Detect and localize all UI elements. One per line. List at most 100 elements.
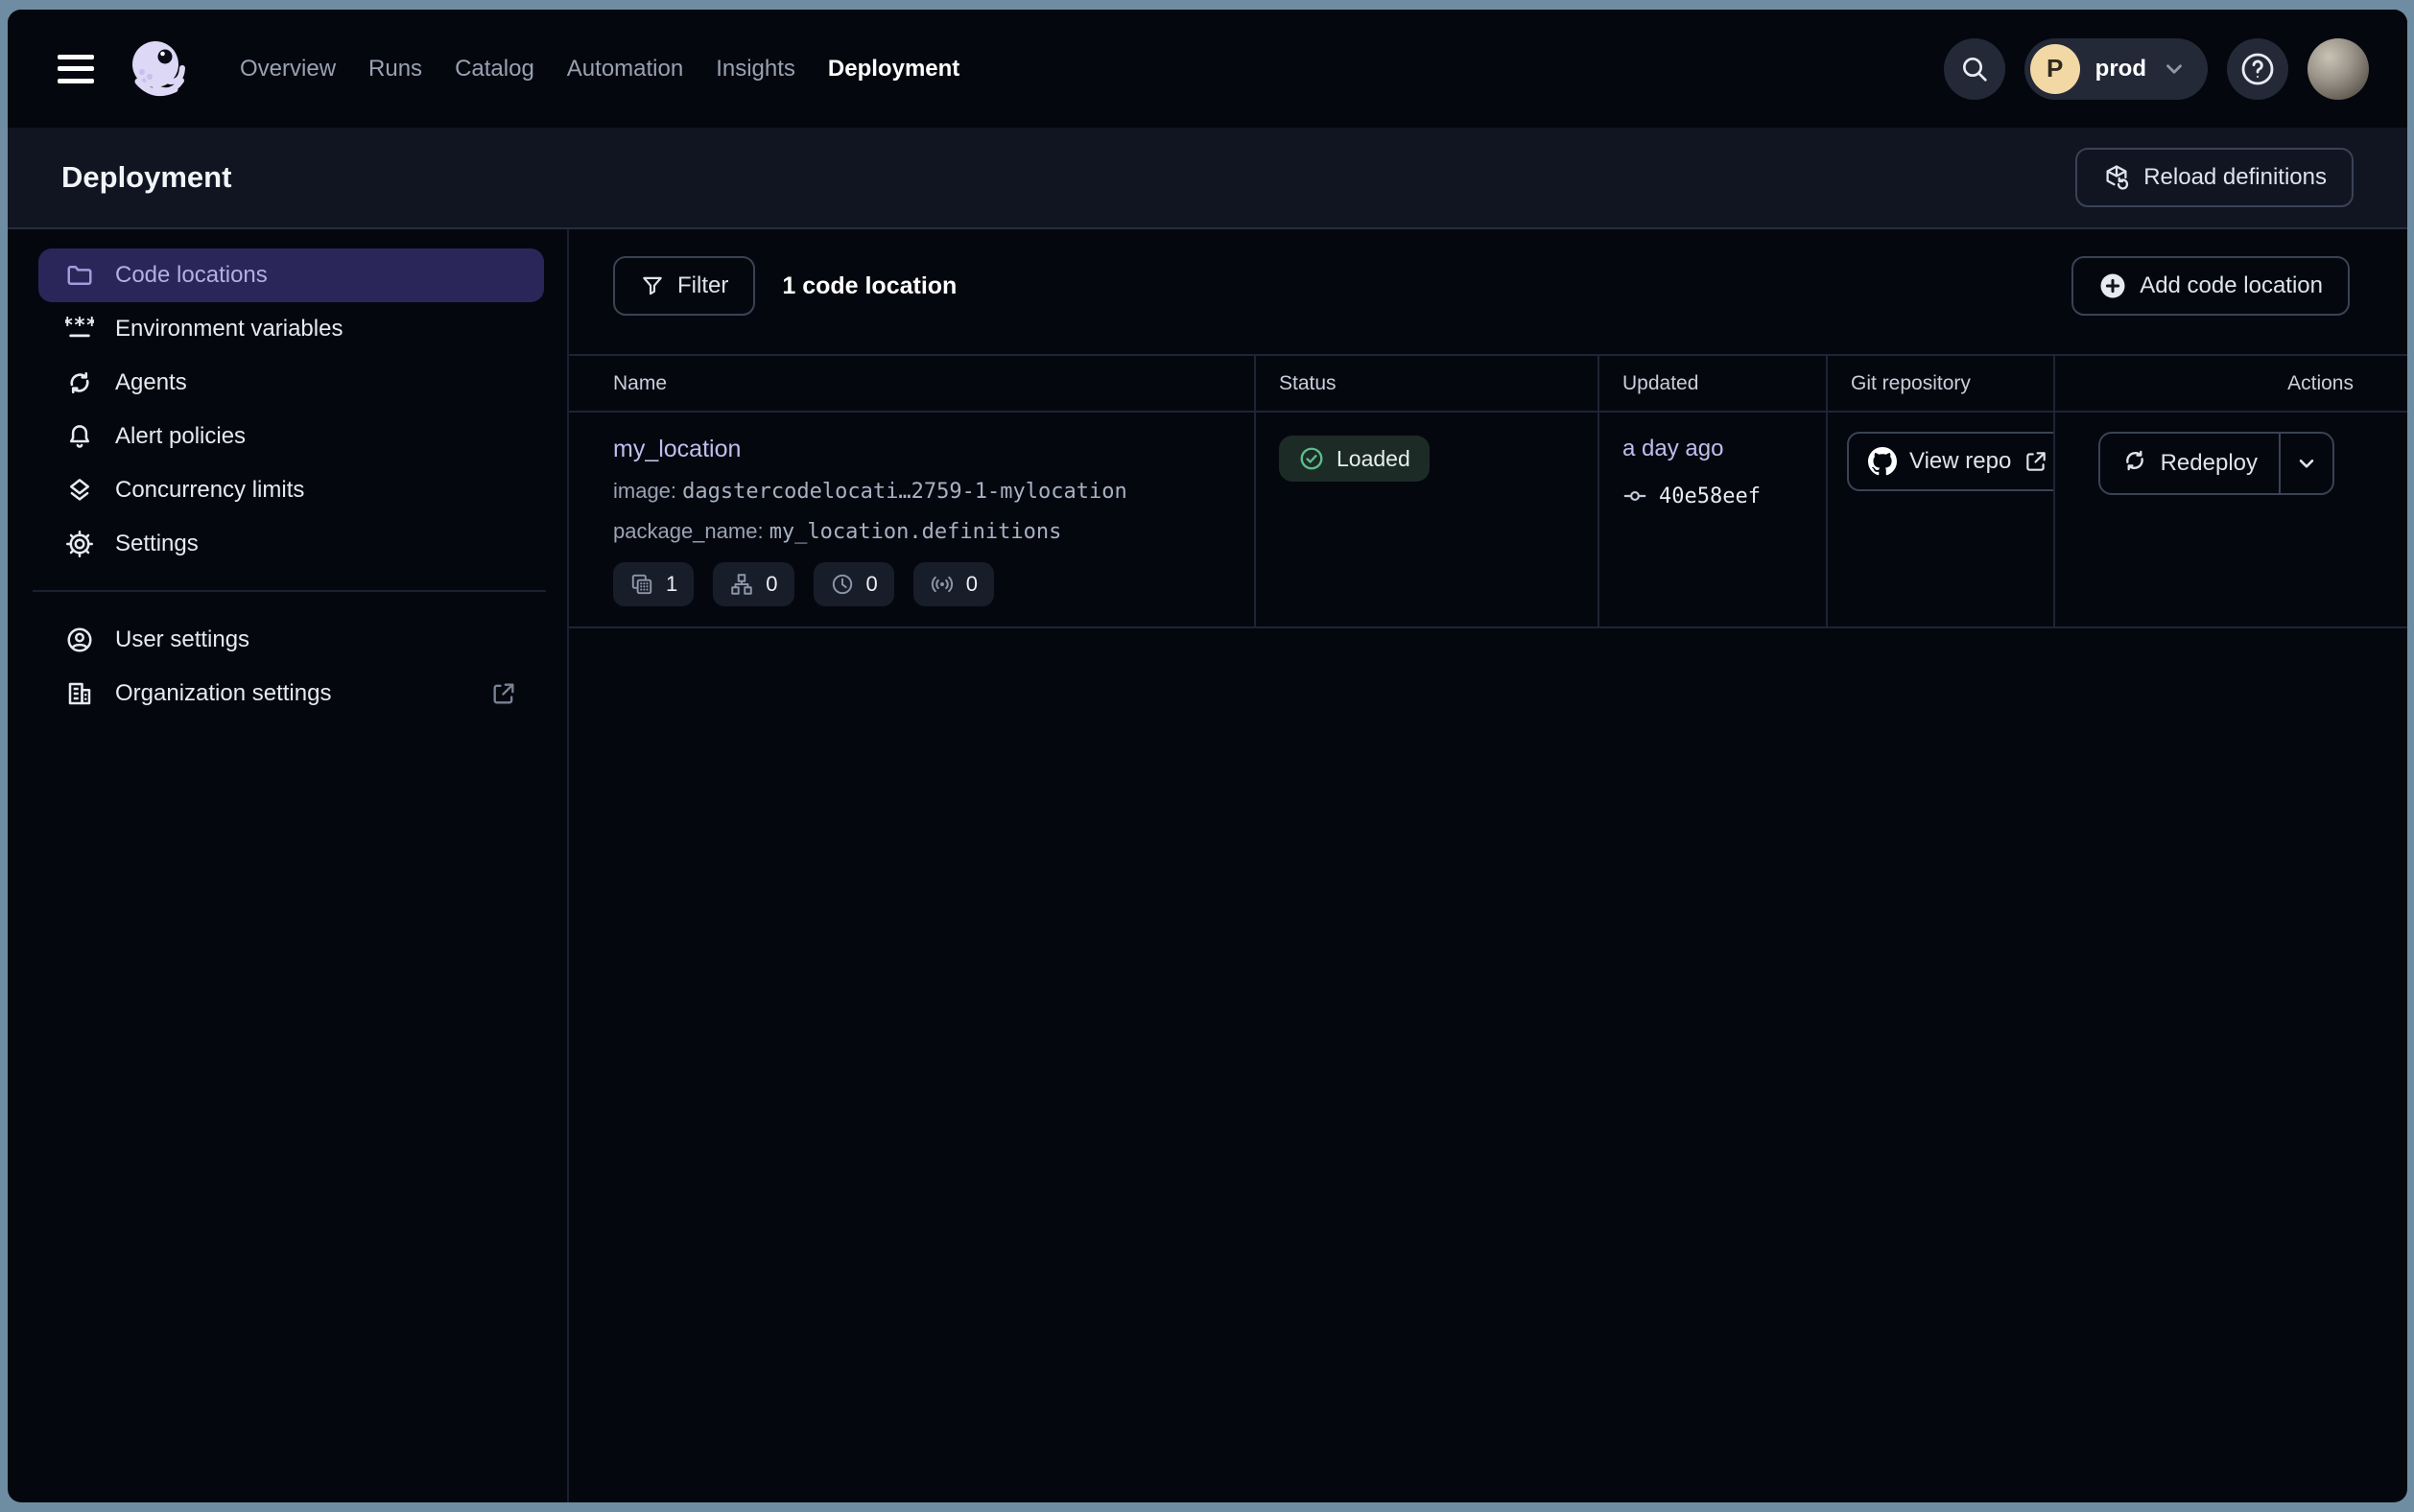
sidebar-item-agents[interactable]: Agents (38, 356, 544, 410)
add-code-location-label: Add code location (2140, 272, 2323, 299)
top-nav-right: P prod (1944, 38, 2369, 100)
nav-item-automation[interactable]: Automation (567, 56, 683, 83)
sensor-icon (930, 572, 955, 597)
clock-icon (830, 572, 855, 597)
nav-item-insights[interactable]: Insights (716, 56, 795, 83)
redeploy-button[interactable]: Redeploy (2100, 434, 2279, 493)
chevron-down-icon (2162, 57, 2187, 82)
add-code-location-button[interactable]: Add code location (2071, 256, 2350, 316)
reload-definitions-icon (2102, 163, 2131, 192)
content-area: Code locations *** Environment variables (8, 229, 2407, 1502)
help-button[interactable] (2227, 38, 2288, 100)
primary-nav-items: Overview Runs Catalog Automation Insight… (240, 56, 959, 83)
assets-count: 1 (666, 572, 677, 597)
deployment-initial-badge: P (2030, 44, 2080, 94)
image-value: dagstercodelocati…2759-1-mylocation (682, 480, 1127, 504)
filter-icon (640, 273, 665, 298)
search-button[interactable] (1944, 38, 2005, 100)
dagster-app-window: Overview Runs Catalog Automation Insight… (8, 10, 2407, 1502)
commit-hash[interactable]: 40e58eef (1659, 484, 1761, 508)
image-meta: image: dagstercodelocati…2759-1-mylocati… (613, 479, 1231, 504)
deployment-name: prod (2095, 56, 2146, 83)
table-header-row: Name Status Updated Git repository Actio… (569, 356, 2407, 413)
status-cell: Loaded (1254, 413, 1598, 626)
deployment-sidebar: Code locations *** Environment variables (8, 229, 569, 1502)
status-label: Loaded (1337, 446, 1410, 472)
column-header-name: Name (569, 356, 1254, 411)
view-repo-label: View repo (1909, 448, 2011, 475)
filter-label: Filter (677, 272, 728, 299)
sidebar-item-settings[interactable]: Settings (38, 517, 544, 571)
sidebar-item-label: User settings (115, 626, 249, 653)
nav-item-overview[interactable]: Overview (240, 56, 336, 83)
code-locations-toolbar: Filter 1 code location Add code location (569, 256, 2407, 316)
page-header: Deployment Reload definitions (8, 128, 2407, 229)
page-title: Deployment (61, 160, 231, 195)
assets-count-badge[interactable]: 1 (613, 562, 694, 606)
check-circle-icon (1298, 445, 1325, 472)
column-header-actions: Actions (2053, 356, 2407, 411)
status-badge: Loaded (1279, 436, 1430, 482)
sidebar-item-alert-policies[interactable]: Alert policies (38, 410, 544, 463)
redeploy-split-button: Redeploy (2098, 432, 2334, 495)
definition-count-badges: 1 0 (613, 562, 1231, 606)
menu-icon[interactable] (58, 55, 94, 83)
redeploy-more-options-button[interactable] (2281, 434, 2332, 493)
github-icon (1868, 447, 1897, 476)
plus-circle-icon (2098, 272, 2127, 300)
schedules-count-badge[interactable]: 0 (814, 562, 894, 606)
sidebar-item-label: Settings (115, 531, 199, 557)
sidebar-item-code-locations[interactable]: Code locations (38, 248, 544, 302)
updated-cell: a day ago 40e58eef (1598, 413, 1826, 626)
sidebar-item-label: Agents (115, 369, 187, 396)
assets-icon (629, 572, 654, 597)
commit-row: 40e58eef (1622, 484, 1803, 508)
nav-item-runs[interactable]: Runs (368, 56, 422, 83)
env-vars-icon: *** (65, 315, 94, 343)
sensors-count-badge[interactable]: 0 (913, 562, 994, 606)
package-label: package_name: (613, 519, 764, 543)
external-link-icon (2024, 449, 2048, 474)
git-repository-cell: View repo (1826, 413, 2053, 626)
jobs-count-badge[interactable]: 0 (713, 562, 793, 606)
sidebar-item-environment-variables[interactable]: *** Environment variables (38, 302, 544, 356)
reload-definitions-button[interactable]: Reload definitions (2075, 148, 2354, 207)
layers-icon (65, 476, 94, 505)
jobs-icon (729, 572, 754, 597)
chevron-down-icon (2294, 451, 2319, 476)
deployment-switcher[interactable]: P prod (2024, 38, 2208, 100)
sensors-count: 0 (966, 572, 978, 597)
name-cell: my_location image: dagstercodelocati…275… (569, 413, 1254, 626)
user-avatar[interactable] (2308, 38, 2369, 100)
code-locations-table: Name Status Updated Git repository Actio… (569, 354, 2407, 628)
updated-time-link[interactable]: a day ago (1622, 436, 1723, 462)
jobs-count: 0 (766, 572, 777, 597)
package-value: my_location.definitions (769, 520, 1062, 544)
dagster-logo-icon[interactable] (127, 37, 190, 101)
sidebar-item-label: Concurrency limits (115, 477, 304, 504)
search-icon (1959, 54, 1990, 84)
view-repo-button[interactable]: View repo (1847, 432, 2053, 491)
nav-item-catalog[interactable]: Catalog (455, 56, 534, 83)
external-link-icon (490, 680, 517, 707)
sidebar-item-concurrency-limits[interactable]: Concurrency limits (38, 463, 544, 517)
schedules-count: 0 (866, 572, 878, 597)
sidebar-item-organization-settings[interactable]: Organization settings (38, 667, 544, 721)
nav-item-deployment[interactable]: Deployment (828, 56, 959, 83)
redeploy-label: Redeploy (2161, 450, 2258, 477)
user-circle-icon (65, 626, 94, 654)
sidebar-divider (33, 590, 546, 592)
screenshot-frame: Overview Runs Catalog Automation Insight… (0, 0, 2414, 1512)
sidebar-item-label: Environment variables (115, 316, 343, 343)
table-row: my_location image: dagstercodelocati…275… (569, 413, 2407, 628)
help-icon (2238, 50, 2277, 88)
filter-button[interactable]: Filter (613, 256, 755, 316)
code-location-link[interactable]: my_location (613, 436, 741, 462)
redeploy-icon (2121, 447, 2148, 481)
sidebar-item-label: Code locations (115, 262, 268, 289)
sidebar-item-user-settings[interactable]: User settings (38, 613, 544, 667)
actions-cell: Redeploy (2053, 413, 2407, 626)
folder-icon (65, 261, 94, 290)
gear-icon (65, 530, 94, 558)
agents-cycle-icon (65, 368, 94, 397)
